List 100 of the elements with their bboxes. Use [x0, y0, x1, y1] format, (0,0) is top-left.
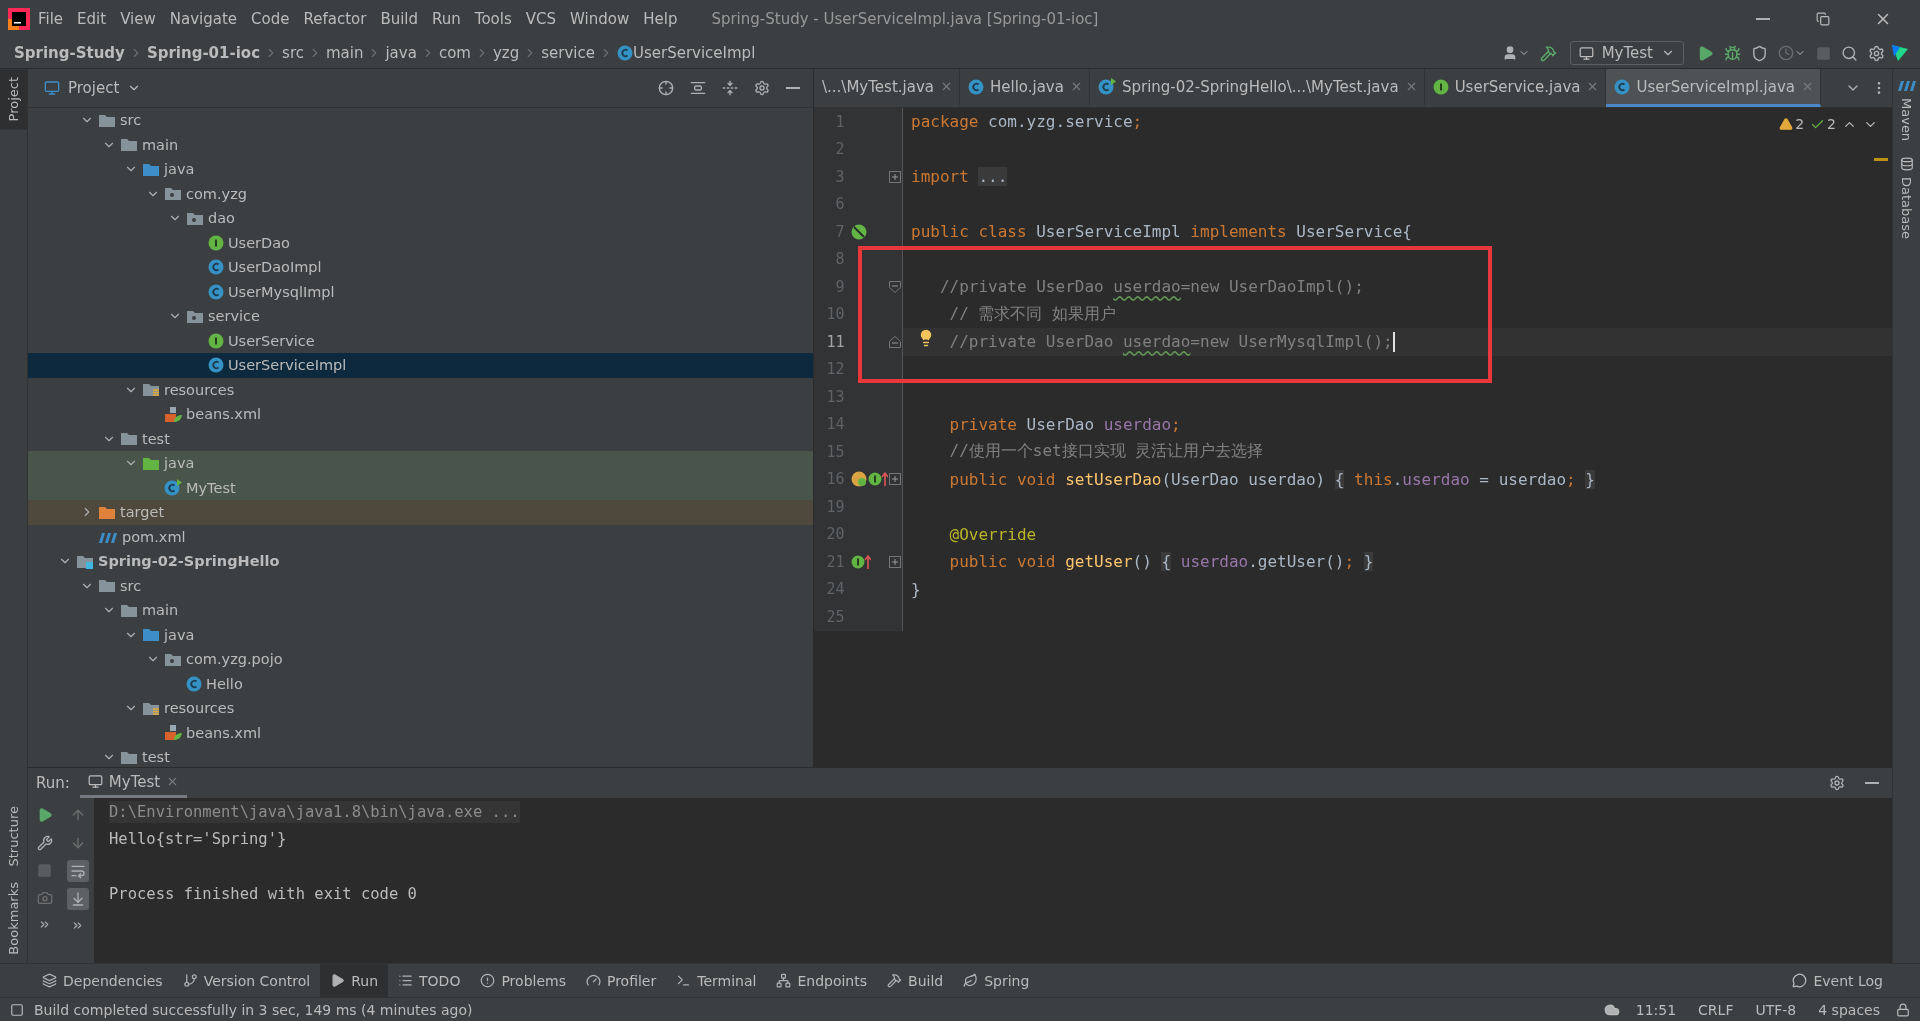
tree-item[interactable]: src — [28, 573, 813, 598]
class-icon — [967, 78, 984, 95]
code-line: } — [910, 579, 921, 599]
tree-item[interactable]: resources — [28, 696, 813, 721]
tool-window-button[interactable]: Profiler — [575, 964, 667, 997]
breadcrumb[interactable]: service — [541, 44, 595, 62]
breadcrumb[interactable]: UserServiceImpl — [632, 44, 756, 62]
tree-item[interactable]: java — [28, 622, 813, 647]
tree-item[interactable]: com.yzg.pojo — [28, 647, 813, 672]
tree-item[interactable]: Hello — [28, 671, 813, 696]
event-log-button[interactable]: Event Log — [1782, 964, 1893, 997]
plugin-logo-icon[interactable] — [1890, 43, 1910, 63]
panel-toggle-icon[interactable] — [10, 1002, 24, 1017]
folder-icon — [120, 602, 138, 618]
status-item[interactable]: UTF-8 — [1749, 1001, 1803, 1018]
tree-item[interactable]: UserDao — [28, 230, 813, 255]
tree-item[interactable]: com.yzg — [28, 181, 813, 206]
menu-item[interactable]: Help — [637, 6, 684, 32]
breadcrumb[interactable]: Spring-Study — [14, 44, 125, 62]
folder-icon — [98, 112, 116, 128]
scroll-to-end-toggle[interactable] — [66, 888, 89, 910]
tree-item[interactable]: beans.xml — [28, 402, 813, 427]
tool-window-button[interactable]: Endpoints — [766, 964, 878, 997]
weak-warning-count[interactable]: 2 — [1810, 116, 1836, 132]
implements-icon[interactable] — [867, 471, 888, 488]
tree-item[interactable]: pom.xml — [28, 524, 813, 549]
xml-file-icon — [164, 405, 182, 423]
project-view-dropdown[interactable]: Project — [38, 78, 148, 98]
tool-window-button[interactable]: Version Control — [172, 964, 321, 997]
status-item[interactable]: 4 spaces — [1812, 1001, 1886, 1018]
soft-wrap-toggle[interactable] — [66, 860, 89, 882]
tool-window-tab[interactable]: Structure — [0, 797, 27, 875]
tree-item[interactable]: resources — [28, 377, 813, 402]
run-configuration-dropdown[interactable]: MyTest — [1569, 41, 1684, 65]
tool-window-tab[interactable]: Project — [0, 69, 27, 130]
tool-window-button[interactable]: Problems — [470, 964, 576, 997]
breadcrumb[interactable]: com — [438, 44, 471, 62]
menu-item[interactable]: File — [32, 6, 70, 32]
tool-window-tab[interactable]: Bookmarks — [0, 874, 27, 963]
menu-item[interactable]: Build — [374, 6, 425, 32]
menu-item[interactable]: Edit — [71, 6, 113, 32]
fold-expand-icon[interactable] — [888, 473, 901, 486]
tool-window-button[interactable]: Run — [320, 964, 389, 997]
tool-window-tab[interactable]: Maven — [1893, 69, 1920, 150]
tree-item[interactable]: test — [28, 426, 813, 451]
fold-icon[interactable] — [888, 335, 901, 348]
menu-item[interactable]: Refactor — [297, 6, 373, 32]
tree-item[interactable]: dao — [28, 206, 813, 231]
tool-window-button[interactable]: TODO — [388, 964, 471, 997]
tree-item[interactable]: UserMysqlImpl — [28, 279, 813, 304]
lock-icon[interactable] — [1896, 1002, 1910, 1017]
tree-item[interactable]: service — [28, 304, 813, 329]
tree-item[interactable]: UserService — [28, 328, 813, 353]
breadcrumb[interactable]: main — [325, 44, 364, 62]
tree-item[interactable]: target — [28, 500, 813, 525]
menu-item[interactable]: Window — [564, 6, 636, 32]
tool-window-tab[interactable]: Database — [1893, 149, 1920, 248]
fold-icon[interactable] — [888, 280, 901, 293]
tool-window-button[interactable]: Spring — [953, 964, 1040, 997]
tree-item[interactable]: java — [28, 451, 813, 476]
menu-item[interactable]: Run — [426, 6, 467, 32]
editor-tab[interactable]: Spring-02-SpringHello\...\MyTest.java — [1089, 69, 1425, 107]
menu-item[interactable]: View — [114, 6, 162, 32]
status-item[interactable]: 11:51 — [1629, 1001, 1683, 1018]
breadcrumb[interactable]: Spring-01-ioc — [146, 44, 261, 62]
menu-item[interactable]: Code — [245, 6, 296, 32]
implements-icon[interactable] — [850, 553, 871, 570]
tool-window-button[interactable]: Terminal — [666, 964, 767, 997]
menu-item[interactable]: Navigate — [163, 6, 244, 32]
breadcrumb[interactable]: yzg — [492, 44, 520, 62]
tree-item[interactable]: UserServiceImpl — [28, 353, 813, 378]
editor-tab[interactable]: UserServiceImpl.java — [1606, 69, 1822, 107]
menu-item[interactable]: VCS — [519, 6, 563, 32]
tree-item[interactable]: UserDaoImpl — [28, 255, 813, 280]
tool-window-button[interactable]: Dependencies — [32, 964, 173, 997]
wrench-icon — [36, 835, 53, 851]
app-logo-icon[interactable] — [8, 8, 30, 30]
tree-item[interactable]: main — [28, 132, 813, 157]
status-item[interactable]: CRLF — [1692, 1001, 1740, 1018]
fold-expand-icon[interactable] — [888, 170, 901, 183]
tree-item[interactable]: java — [28, 157, 813, 182]
window-icon — [1578, 45, 1594, 61]
tool-window-button[interactable]: Build — [877, 964, 954, 997]
bean-icon[interactable] — [850, 471, 867, 488]
breadcrumb[interactable]: src — [282, 44, 304, 62]
fold-expand-icon[interactable] — [888, 555, 901, 568]
warning-icon — [1779, 117, 1794, 131]
tree-item[interactable]: test — [28, 745, 813, 767]
editor-tab[interactable]: \...\MyTest.java — [814, 69, 960, 107]
breadcrumb[interactable]: java — [385, 44, 417, 62]
editor-tab[interactable]: Hello.java — [959, 69, 1090, 107]
menu-item[interactable]: Tools — [468, 6, 518, 32]
settings-icon — [1868, 44, 1885, 62]
tree-item[interactable]: MyTest — [28, 475, 813, 500]
tree-item[interactable]: main — [28, 598, 813, 623]
bean-icon[interactable] — [850, 223, 867, 240]
tree-item[interactable]: src — [28, 108, 813, 133]
tree-item[interactable]: beans.xml — [28, 720, 813, 745]
warning-count[interactable]: 2 — [1779, 116, 1805, 132]
tree-item[interactable]: Spring-02-SpringHello — [28, 549, 813, 574]
